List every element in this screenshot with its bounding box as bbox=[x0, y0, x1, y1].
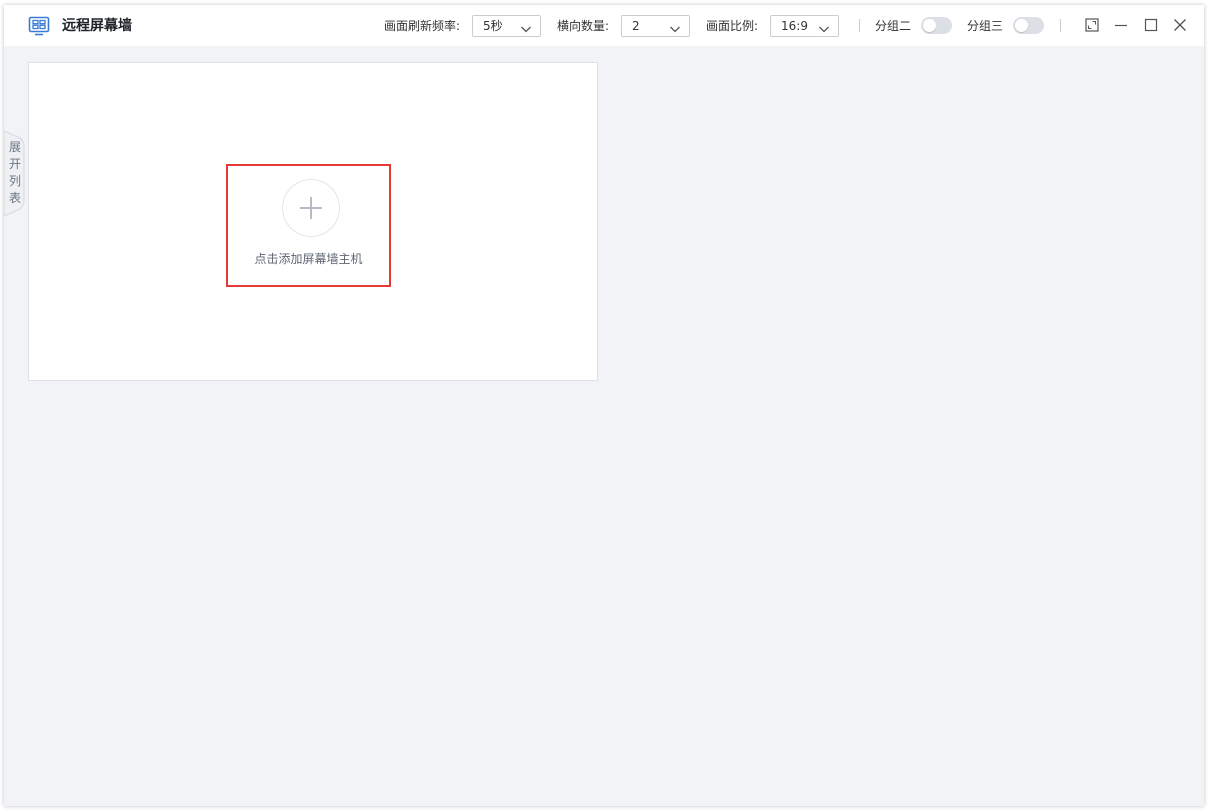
screen-slot-panel: 点击添加屏幕墙主机 bbox=[28, 62, 598, 381]
title-bar: 远程屏幕墙 画面刷新频率: 5秒 横向数量: 2 画面比例: 16:9 分组二 bbox=[4, 5, 1204, 46]
fullscreen-icon[interactable] bbox=[1084, 17, 1100, 33]
remote-screen-wall-window: 远程屏幕墙 画面刷新频率: 5秒 横向数量: 2 画面比例: 16:9 分组二 bbox=[4, 5, 1204, 806]
aspect-ratio-label: 画面比例: bbox=[706, 19, 759, 33]
group3-toggle[interactable] bbox=[1013, 17, 1044, 34]
add-host-button[interactable] bbox=[282, 179, 340, 237]
expand-list-label: 展开列表 bbox=[8, 140, 21, 205]
close-icon[interactable] bbox=[1172, 17, 1188, 33]
chevron-down-icon bbox=[520, 20, 532, 33]
columns-label: 横向数量: bbox=[557, 19, 610, 33]
divider bbox=[1060, 19, 1061, 32]
columns-select[interactable]: 2 bbox=[621, 15, 690, 37]
group2-label: 分组二 bbox=[875, 19, 912, 33]
group2-toggle[interactable] bbox=[921, 17, 952, 34]
divider bbox=[859, 19, 860, 32]
screen-wall-icon bbox=[28, 15, 50, 37]
minimize-icon[interactable] bbox=[1113, 17, 1129, 33]
refresh-rate-select[interactable]: 5秒 bbox=[472, 15, 541, 37]
aspect-ratio-value: 16:9 bbox=[781, 19, 808, 33]
toggle-knob bbox=[1015, 19, 1028, 32]
refresh-rate-label: 画面刷新频率: bbox=[384, 19, 461, 33]
toggle-knob bbox=[923, 19, 936, 32]
chevron-down-icon bbox=[669, 20, 681, 33]
chevron-down-icon bbox=[818, 20, 830, 33]
group3-label: 分组三 bbox=[967, 19, 1004, 33]
refresh-rate-value: 5秒 bbox=[483, 19, 503, 33]
aspect-ratio-select[interactable]: 16:9 bbox=[770, 15, 839, 37]
columns-value: 2 bbox=[632, 19, 640, 33]
expand-list-tab[interactable]: 展开列表 bbox=[4, 131, 26, 216]
add-host-label[interactable]: 点击添加屏幕墙主机 bbox=[228, 250, 389, 268]
add-host-highlight: 点击添加屏幕墙主机 bbox=[226, 164, 391, 287]
app-title: 远程屏幕墙 bbox=[62, 18, 132, 34]
maximize-icon[interactable] bbox=[1143, 17, 1159, 33]
